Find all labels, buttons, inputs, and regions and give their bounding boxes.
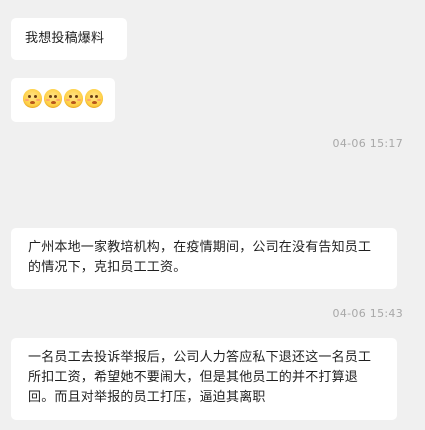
message-bubble[interactable]: 我想投稿爆料	[11, 18, 127, 60]
message-bubble[interactable]: 一名员工去投诉举报后，公司人力答应私下退还这一名员工所扣工资，希望她不要闹大，但…	[11, 338, 397, 420]
flushed-face-icon	[43, 89, 62, 108]
message-text: 我想投稿爆料	[25, 31, 105, 46]
chat-thread: 我想投稿爆料 04-06 15:17 广州本地一家教培机构，在疫情期间，公司在没…	[0, 0, 425, 430]
timestamp: 04-06 15:43	[332, 307, 403, 320]
flushed-face-icon	[23, 89, 42, 108]
message-text: 一名员工去投诉举报后，公司人力答应私下退还这一名员工所扣工资，希望她不要闹大，但…	[28, 350, 372, 405]
timestamp: 04-06 15:17	[332, 137, 403, 150]
flushed-face-icon	[84, 89, 103, 108]
flushed-face-icon	[64, 89, 83, 108]
message-bubble[interactable]	[11, 78, 115, 122]
message-text: 广州本地一家教培机构，在疫情期间，公司在没有告知员工的情况下，克扣员工工资。	[28, 240, 372, 275]
emoji-row	[23, 89, 103, 108]
message-bubble[interactable]: 广州本地一家教培机构，在疫情期间，公司在没有告知员工的情况下，克扣员工工资。	[11, 228, 397, 289]
